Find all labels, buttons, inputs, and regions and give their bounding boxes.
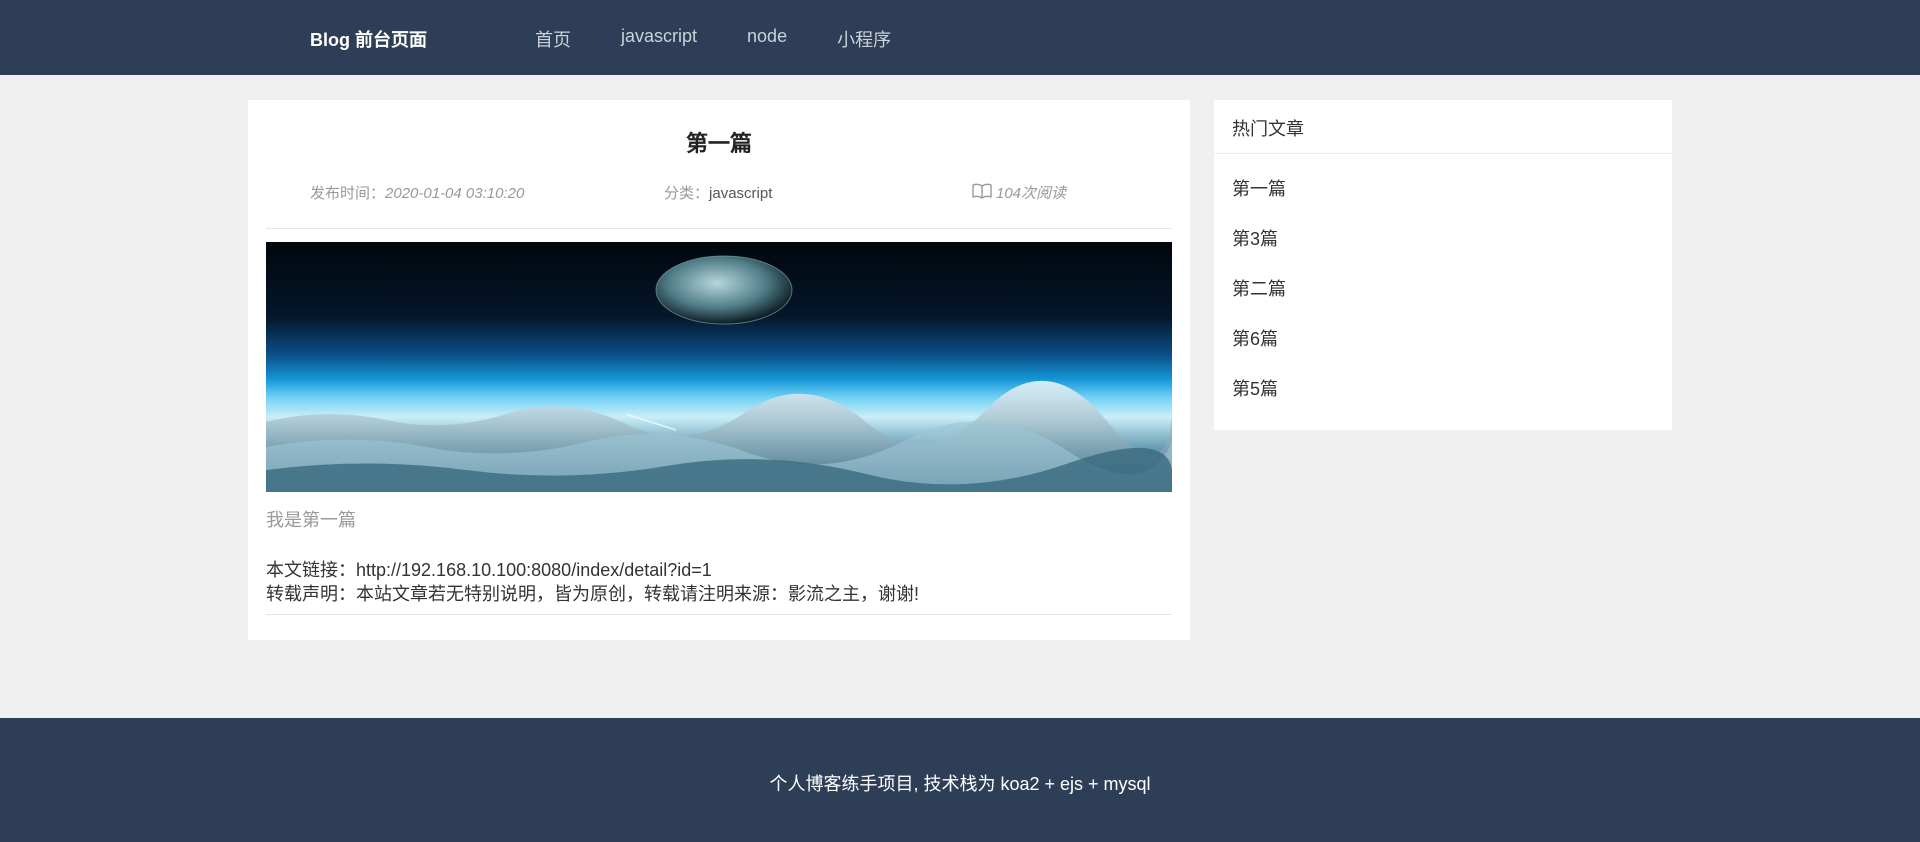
view-count-text: 104次阅读	[996, 185, 1067, 202]
publish-date-value: 2020-01-04 03:10:20	[385, 185, 525, 202]
article-link: 本文链接：http://192.168.10.100:8080/index/de…	[266, 556, 712, 582]
article-category: 分类：javascript	[664, 182, 772, 203]
nav-item-home[interactable]: 首页	[535, 26, 571, 52]
article-link-url[interactable]: http://192.168.10.100:8080/index/detail?…	[356, 560, 712, 580]
site-footer: 个人博客练手项目, 技术栈为 koa2 + ejs + mysql	[0, 718, 1920, 842]
category-value[interactable]: javascript	[709, 185, 772, 202]
meta-divider	[266, 228, 1172, 229]
book-open-icon	[972, 183, 996, 203]
article-cover-image	[266, 242, 1172, 492]
footer-divider	[266, 614, 1172, 615]
copyright-notice: 转载声明：本站文章若无特别说明，皆为原创，转载请注明来源：影流之主，谢谢!	[266, 580, 919, 606]
hot-article-item[interactable]: 第3篇	[1232, 228, 1286, 278]
hot-articles-divider	[1214, 153, 1672, 154]
publish-date-label: 发布时间：	[310, 185, 386, 202]
publish-date: 发布时间：2020-01-04 03:10:20	[310, 182, 524, 203]
site-brand[interactable]: Blog 前台页面	[310, 26, 427, 52]
article-link-label: 本文链接：	[266, 560, 356, 580]
nav-item-javascript[interactable]: javascript	[621, 26, 697, 52]
hot-article-item[interactable]: 第二篇	[1232, 278, 1286, 328]
footer-text: 个人博客练手项目, 技术栈为 koa2 + ejs + mysql	[769, 774, 1151, 794]
hot-article-item[interactable]: 第一篇	[1232, 178, 1286, 228]
copyright-notice-label: 转载声明：	[266, 584, 356, 604]
nav-item-node[interactable]: node	[747, 26, 787, 52]
hot-articles-panel: 热门文章 第一篇 第3篇 第二篇 第6篇 第5篇	[1214, 100, 1672, 430]
copyright-notice-text: 本站文章若无特别说明，皆为原创，转载请注明来源：影流之主，谢谢!	[356, 584, 919, 604]
article-summary: 我是第一篇	[266, 510, 356, 530]
hot-article-item[interactable]: 第5篇	[1232, 378, 1286, 428]
top-navbar: Blog 前台页面 首页 javascript node 小程序	[0, 0, 1920, 75]
article-title: 第一篇	[685, 131, 752, 156]
hot-articles-title: 热门文章	[1232, 119, 1304, 139]
nav-item-miniprogram[interactable]: 小程序	[837, 26, 891, 52]
hot-articles-list: 第一篇 第3篇 第二篇 第6篇 第5篇	[1232, 178, 1286, 428]
main-nav: 首页 javascript node 小程序	[535, 26, 941, 52]
category-label: 分类：	[664, 185, 710, 202]
hot-article-item[interactable]: 第6篇	[1232, 328, 1286, 378]
view-count: 104次阅读	[972, 182, 1066, 203]
article-card: 第一篇 发布时间：2020-01-04 03:10:20 分类：javascri…	[248, 100, 1190, 640]
